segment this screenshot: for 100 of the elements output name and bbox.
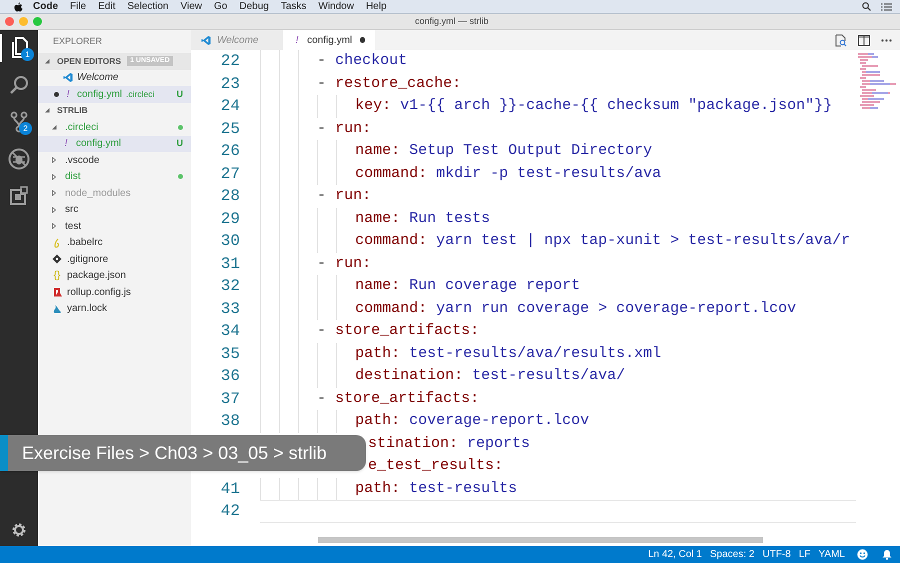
status-item[interactable]: LF [798, 547, 810, 562]
vscode-logo-icon [63, 72, 73, 84]
tree-item[interactable]: test [38, 218, 191, 234]
status-item[interactable]: Ln 42, Col 1 [648, 547, 702, 562]
tree-item[interactable]: src [38, 202, 191, 218]
search-icon[interactable] [862, 2, 871, 11]
tree-item[interactable]: .gitignore [38, 251, 191, 268]
source-control-icon[interactable] [9, 111, 29, 133]
menu-item[interactable]: Tasks [280, 0, 306, 14]
open-editor-item[interactable]: ! config.yml .circleci U [38, 86, 191, 102]
code-line: destination: test-results/ava/ [260, 365, 626, 388]
open-editor-item[interactable]: Welcome [38, 70, 191, 86]
search-icon[interactable] [9, 75, 29, 95]
line-number: 30 [220, 231, 240, 252]
more-actions-icon[interactable] [881, 38, 892, 42]
split-editor-icon[interactable] [858, 34, 870, 46]
section-header[interactable]: STRLIB [57, 104, 88, 118]
line-number: 41 [220, 478, 240, 500]
caret-down-icon[interactable] [45, 58, 50, 64]
tree-item[interactable]: .vscode [38, 152, 191, 168]
code-line: e_test_results: [368, 456, 504, 476]
line-number: 27 [220, 164, 240, 185]
count-badge: 1 [21, 48, 34, 61]
file-type-icon: ! [61, 136, 71, 152]
section-header[interactable]: OPEN EDITORS [57, 54, 122, 68]
menu-item[interactable]: Debug [239, 0, 269, 14]
tree-item[interactable]: yarn.lock [38, 300, 191, 317]
code-line: path: test-results [260, 478, 518, 500]
menu-item[interactable]: Help [366, 0, 387, 14]
smiley-icon[interactable] [857, 549, 868, 560]
code-line: - store_artifacts: [260, 388, 480, 410]
window-title: config.yml — strlib [415, 14, 489, 28]
no-bug-icon[interactable] [8, 148, 30, 170]
line-number: 22 [220, 51, 240, 72]
count-badge: 2 [19, 122, 32, 135]
line-number: 38 [220, 411, 240, 432]
line-number: 29 [220, 208, 240, 230]
line-number: 34 [220, 321, 240, 342]
app-menu[interactable]: Code [33, 0, 58, 14]
caret-down-icon[interactable] [52, 124, 57, 130]
horizontal-scrollbar-thumb[interactable] [318, 537, 763, 543]
accent-bar [0, 435, 8, 471]
tree-item[interactable]: ! config.yml U [38, 136, 191, 152]
line-number: 35 [220, 344, 240, 365]
code-line: - run: [260, 185, 372, 208]
status-item[interactable]: YAML [818, 547, 845, 562]
tree-item[interactable]: {} package.json [38, 268, 191, 284]
open-preview-icon[interactable] [834, 34, 847, 46]
list-icon[interactable] [881, 2, 892, 10]
line-number: 25 [220, 118, 240, 140]
menu-item[interactable]: Selection [127, 0, 168, 14]
apple-icon[interactable] [14, 2, 23, 12]
code-line: name: Setup Test Output Directory [260, 140, 652, 162]
vscode-logo-icon [201, 34, 211, 46]
line-number: 42 [220, 501, 240, 522]
file-type-icon: ! [63, 86, 73, 102]
code-line: - restore_cache: [260, 72, 462, 95]
tree-item[interactable]: .babelrc [38, 234, 191, 251]
breadcrumb-caption: Exercise Files > Ch03 > 03_05 > strlib [21, 442, 327, 464]
extensions-icon[interactable] [9, 186, 29, 206]
line-number: 32 [220, 276, 240, 298]
line-number: 33 [220, 298, 240, 320]
editor-tab[interactable]: ! config.yml [283, 30, 375, 50]
code-line: path: coverage-report.lcov [260, 410, 590, 432]
code-line: command: yarn test | npx tap-xunit > test-results/ava/r [260, 230, 850, 252]
code-line: key: v1-{{ arch }}-cache-{{ checksum "package.json"}} [260, 95, 832, 118]
code-line: name: Run tests [260, 208, 490, 230]
status-item[interactable]: UTF-8 [762, 547, 791, 562]
code-line: - checkout [260, 50, 408, 72]
settings-icon[interactable] [11, 522, 27, 538]
files-icon[interactable] [10, 37, 30, 59]
caret-right-icon[interactable] [52, 206, 56, 213]
menu-item[interactable]: View [180, 0, 202, 14]
file-type-icon: ! [293, 32, 302, 48]
bell-icon[interactable] [882, 549, 892, 560]
line-number: 24 [220, 96, 240, 118]
caret-right-icon[interactable] [52, 174, 56, 180]
diamond-icon [52, 254, 62, 264]
code-line: command: mkdir -p test-results/ava [260, 162, 662, 185]
code-line: - store_artifacts: [260, 320, 480, 342]
line-number: 36 [220, 366, 240, 388]
menu-item[interactable]: Window [318, 0, 354, 14]
line-number: 28 [220, 186, 240, 208]
code-line: command: yarn run coverage > coverage-report.lcov [260, 298, 796, 320]
tree-item[interactable]: rollup.config.js [38, 284, 191, 300]
caret-right-icon[interactable] [52, 157, 56, 164]
caret-right-icon[interactable] [52, 223, 56, 230]
menu-item[interactable]: File [70, 0, 86, 14]
caret-right-icon[interactable] [52, 190, 56, 196]
activity-bar-item[interactable]: 2 [0, 108, 38, 136]
code-line: path: test-results/ava/results.xml [260, 342, 662, 365]
menu-item[interactable]: Go [214, 0, 228, 14]
b-letter-icon [52, 238, 62, 248]
caret-down-icon[interactable] [45, 108, 50, 114]
sidebar-title: EXPLORER [53, 34, 102, 48]
yarn-icon [52, 304, 62, 314]
code-line: stination: reports [368, 434, 530, 454]
status-item[interactable]: Spaces: 2 [710, 547, 754, 562]
menu-item[interactable]: Edit [98, 0, 116, 14]
code-line: name: Run coverage report [260, 275, 580, 298]
